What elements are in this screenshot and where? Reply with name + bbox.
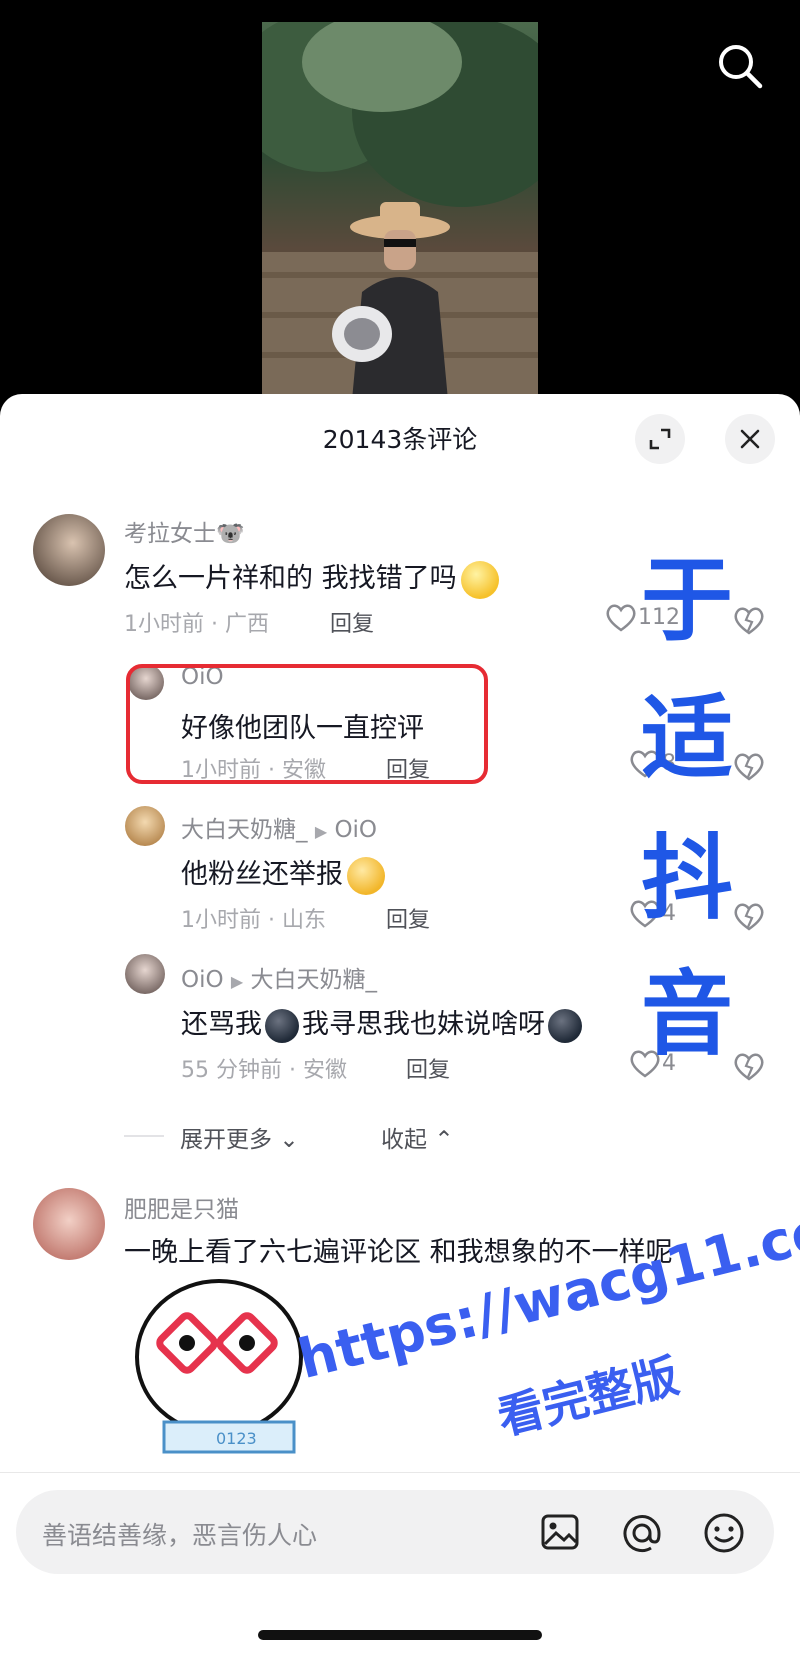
video-player[interactable] (0, 0, 800, 400)
comment-input-bar[interactable]: 善语结善缘，恶言伤人心 (16, 1490, 774, 1574)
video-frame-art (262, 22, 538, 400)
highlight-box (126, 664, 488, 784)
sticker-image[interactable]: 0123 (124, 1272, 324, 1472)
reply-arrow-icon: ▶ (230, 972, 244, 991)
watermark-char: 音 (641, 961, 734, 1068)
reply-button[interactable]: 回复 (386, 902, 430, 934)
avatar[interactable] (125, 954, 165, 994)
worried-emoji-icon (347, 856, 385, 895)
image-icon[interactable] (540, 1512, 580, 1552)
dark-emoji-icon (548, 1008, 582, 1043)
search-icon[interactable] (712, 38, 768, 94)
mention-icon[interactable] (621, 1512, 663, 1554)
broken-heart-icon[interactable] (732, 605, 766, 635)
close-icon (740, 429, 760, 449)
sticker-label: 0123 (216, 1429, 257, 1448)
video-thumbnail[interactable] (262, 22, 538, 400)
sticker-art: 0123 (135, 1279, 303, 1454)
comment-username[interactable]: 肥肥是只猫 (124, 1190, 239, 1224)
thread-divider (124, 1135, 164, 1137)
collapse-button[interactable]: 收起 ⌃ (381, 1120, 454, 1154)
comment-text: 怎么一片祥和的 我找错了吗 (124, 556, 499, 599)
comment-text: 还骂我 我寻思我也妹说啥呀 (181, 1002, 585, 1043)
reply-button[interactable]: 回复 (330, 606, 374, 638)
home-indicator (258, 1630, 542, 1640)
comment-username[interactable]: 考拉女士🐨 (124, 514, 245, 548)
comment-time-location: 1小时前 · 山东 (181, 908, 326, 933)
divider (0, 1472, 800, 1473)
comment-username[interactable]: OiO ▶ 大白天奶糖_ (181, 960, 377, 994)
expand-icon (649, 428, 671, 450)
broken-heart-icon[interactable] (732, 751, 766, 781)
comment-input[interactable]: 善语结善缘，恶言伤人心 (42, 1516, 317, 1552)
emoji-icon[interactable] (702, 1511, 746, 1555)
smile-emoji-icon (460, 560, 499, 599)
watermark-char: 抖 (641, 825, 734, 932)
comment-time-location: 55 分钟前 · 安徽 (181, 1058, 347, 1083)
comment-text: 他粉丝还举报 (181, 852, 385, 895)
expand-more-button[interactable]: 展开更多 ⌄ (180, 1120, 299, 1154)
avatar[interactable] (33, 514, 105, 586)
reply-button[interactable]: 回复 (406, 1052, 450, 1084)
chevron-up-icon: ⌃ (434, 1127, 454, 1153)
watermark-char: 适 (641, 685, 734, 792)
heart-icon (606, 604, 636, 632)
watermark-char: 于 (641, 547, 734, 654)
broken-heart-icon[interactable] (732, 901, 766, 931)
comment-username[interactable]: 大白天奶糖_ ▶ OiO (181, 810, 377, 844)
broken-heart-icon[interactable] (732, 1051, 766, 1081)
avatar[interactable] (125, 806, 165, 846)
dark-emoji-icon (265, 1008, 299, 1043)
expand-sheet-button[interactable] (635, 414, 685, 464)
reply-arrow-icon: ▶ (314, 822, 328, 841)
comment-time-location: 1小时前 · 广西 (124, 612, 269, 637)
avatar[interactable] (33, 1188, 105, 1260)
chevron-down-icon: ⌄ (279, 1127, 299, 1153)
close-sheet-button[interactable] (725, 414, 775, 464)
